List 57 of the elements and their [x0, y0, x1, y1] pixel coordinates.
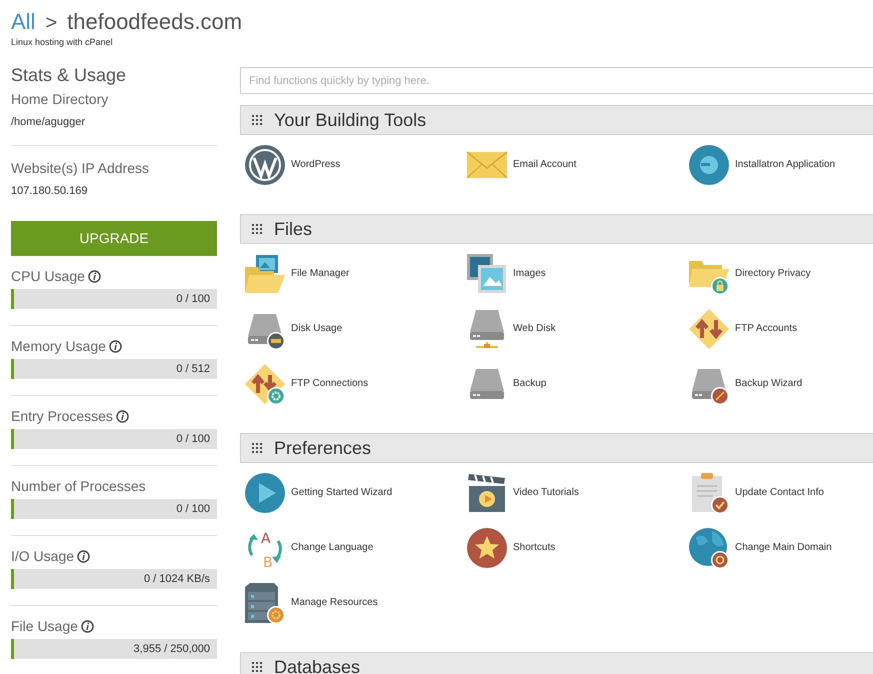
metric-label: Number of Processes: [11, 476, 146, 496]
usage-reading: 0 / 100: [176, 292, 210, 307]
domain-title: thefoodfeeds.com: [67, 8, 242, 36]
file-manager-icon: [244, 252, 286, 294]
usage-reading: 0 / 100: [176, 502, 210, 517]
tool-link[interactable]: Shortcuts: [462, 520, 684, 575]
section-header[interactable]: Databases: [240, 652, 873, 674]
section-header[interactable]: Your Building Tools: [240, 105, 873, 135]
tool-link[interactable]: Backup: [462, 356, 684, 411]
section-header[interactable]: Files: [240, 214, 873, 244]
breadcrumb-separator: >: [45, 11, 58, 36]
info-value: /home/agugger: [11, 115, 86, 130]
grip-icon[interactable]: [252, 224, 262, 234]
tool-link[interactable]: A B Change Language: [240, 520, 462, 575]
tool-link[interactable]: Images: [462, 246, 684, 301]
metric-label: Entry Processes: [11, 406, 113, 426]
usage-reading: 0 / 1024 KB/s: [144, 572, 210, 587]
search-field[interactable]: Find functions quickly by typing here.: [240, 67, 873, 94]
section-header[interactable]: Preferences: [240, 433, 873, 463]
tool-link[interactable]: Backup Wizard: [684, 356, 873, 411]
tool-link[interactable]: FTP Connections: [240, 356, 462, 411]
info-icon[interactable]: [77, 550, 90, 562]
tool-link[interactable]: Video Tutorials: [462, 465, 684, 520]
shortcuts-icon: [466, 526, 508, 568]
usage-reading: 0 / 512: [176, 362, 210, 377]
tool-link[interactable]: Directory Privacy: [684, 246, 873, 301]
info-label: Website(s) IP Address: [11, 158, 150, 178]
info-value: 107.180.50.169: [11, 184, 88, 198]
grip-icon[interactable]: [252, 115, 262, 125]
metric-label: I/O Usage: [11, 546, 74, 566]
info-label: Home Directory: [11, 90, 110, 109]
tool-link[interactable]: FTP Accounts: [684, 301, 873, 356]
metric-label: CPU Usage: [11, 266, 85, 286]
video-icon: [466, 472, 508, 514]
info-icon[interactable]: [108, 340, 122, 352]
images-icon: [466, 252, 508, 294]
grip-icon[interactable]: [252, 443, 262, 453]
tool-link[interactable]: Manage Resources: [240, 575, 462, 630]
tool-link[interactable]: Change Main Domain: [684, 520, 873, 575]
tool-link[interactable]: Email Account: [462, 137, 684, 192]
tool-link[interactable]: Update Contact Info: [684, 465, 873, 520]
usage-reading: 0 / 100: [176, 432, 210, 447]
tool-link[interactable]: Installatron Application: [684, 137, 873, 192]
grip-icon[interactable]: [252, 662, 262, 672]
tool-link[interactable]: Web Disk: [462, 301, 684, 356]
sidebar-title: Stats & Usage: [11, 64, 128, 87]
tool-link[interactable]: Disk Usage: [240, 301, 462, 356]
metric-label: Memory Usage: [11, 336, 106, 356]
hosting-subtitle: Linux hosting with cPanel: [11, 37, 114, 47]
metric-label: File Usage: [11, 616, 78, 636]
tool-link[interactable]: File Manager: [240, 246, 462, 301]
tool-link[interactable]: WordPress: [240, 137, 462, 192]
usage-reading: 3,955 / 250,000: [134, 642, 210, 657]
info-icon[interactable]: [116, 410, 129, 422]
info-icon[interactable]: [80, 620, 94, 632]
info-icon[interactable]: [88, 270, 101, 282]
tool-link[interactable]: Getting Started Wizard: [240, 465, 462, 520]
